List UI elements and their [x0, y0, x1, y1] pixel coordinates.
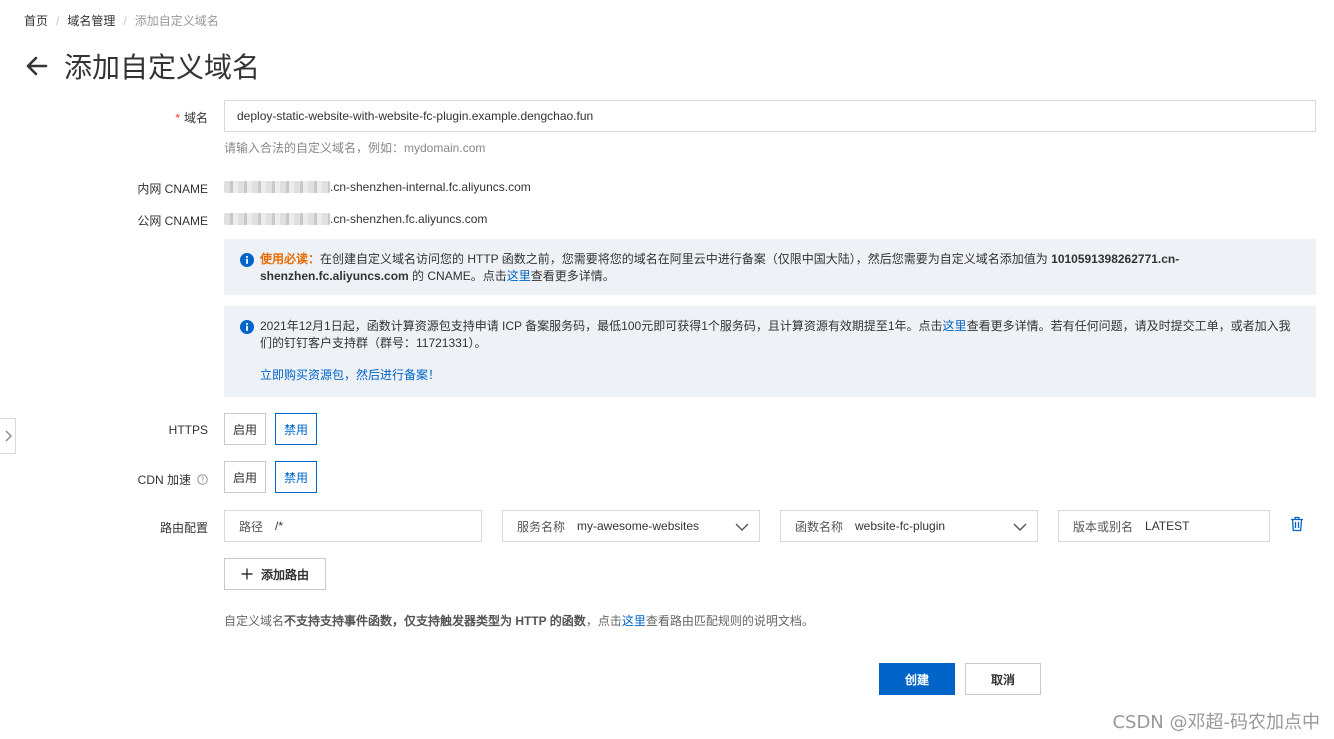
route-label: 路由配置 [0, 519, 208, 536]
cancel-button[interactable]: 取消 [965, 663, 1041, 695]
cdn-enable-button[interactable]: 启用 [224, 461, 266, 493]
breadcrumb-home[interactable]: 首页 [24, 12, 48, 29]
breadcrumb-separator: / [123, 14, 126, 28]
redacted-prefix [224, 213, 330, 225]
route-service-label: 服务名称 [517, 518, 565, 535]
internal-cname-text: .cn-shenzhen-internal.fc.aliyuncs.com [330, 180, 531, 194]
public-cname-text: .cn-shenzhen.fc.aliyuncs.com [330, 212, 487, 226]
public-cname-value: .cn-shenzhen.fc.aliyuncs.com [224, 212, 487, 226]
breadcrumb: 首页 / 域名管理 / 添加自定义域名 [24, 12, 219, 29]
route-path-value: /* [275, 519, 283, 533]
svg-text:?: ? [201, 475, 205, 484]
breadcrumb-separator: / [56, 14, 59, 28]
redacted-prefix [224, 181, 330, 193]
https-label: HTTPS [0, 423, 208, 437]
domain-label: * 域名 [0, 109, 208, 126]
plus-icon [241, 568, 253, 580]
domain-input-value: deploy-static-website-with-website-fc-pl… [237, 109, 593, 123]
cdn-label-text: CDN 加速 [138, 473, 191, 487]
internal-cname-value: .cn-shenzhen-internal.fc.aliyuncs.com [224, 180, 531, 194]
cdn-label: CDN 加速? [0, 471, 208, 488]
route-function-value: website-fc-plugin [855, 519, 945, 533]
page-title: 添加自定义域名 [64, 46, 260, 86]
domain-label-text: 域名 [184, 111, 208, 125]
notice-text: 查看更多详情。 [531, 269, 615, 283]
notice-text: 在创建自定义域名访问您的 HTTP 函数之前，您需要将您的域名在阿里云中进行备案… [320, 252, 1051, 266]
breadcrumb-domain-management[interactable]: 域名管理 [67, 12, 115, 29]
create-button[interactable]: 创建 [879, 663, 955, 695]
notice-text: 2021年12月1日起，函数计算资源包支持申请 ICP 备案服务码，最低100元… [260, 319, 943, 333]
route-path-input[interactable]: 路径 /* [224, 510, 482, 542]
required-mark: * [175, 111, 180, 125]
trash-icon[interactable] [1290, 516, 1304, 532]
footnote-text: 自定义域名 [224, 614, 284, 628]
chevron-down-icon [735, 520, 749, 534]
https-disable-button[interactable]: 禁用 [275, 413, 317, 445]
breadcrumb-current: 添加自定义域名 [135, 12, 219, 29]
footnote-link[interactable]: 这里 [622, 614, 646, 628]
route-footnote: 自定义域名不支持支持事件函数，仅支持触发器类型为 HTTP 的函数，点击这里查看… [224, 612, 814, 629]
title-row: 添加自定义域名 [24, 46, 260, 86]
public-cname-label: 公网 CNAME [0, 212, 208, 229]
footnote-bold: 不支持支持事件函数，仅支持触发器类型为 HTTP 的函数 [284, 614, 586, 628]
help-icon[interactable]: ? [197, 474, 208, 485]
info-icon [240, 320, 254, 334]
notice-warn-label: 使用必读： [260, 252, 320, 266]
arrow-left-icon[interactable] [24, 53, 50, 79]
add-route-label: 添加路由 [261, 566, 309, 583]
notice-text: 的 CNAME。点击 [409, 269, 507, 283]
route-function-label: 函数名称 [795, 518, 843, 535]
internal-cname-label: 内网 CNAME [0, 180, 208, 197]
route-version-label: 版本或别名 [1073, 518, 1133, 535]
https-enable-button[interactable]: 启用 [224, 413, 266, 445]
buy-resource-link[interactable]: 立即购买资源包，然后进行备案！ [260, 368, 440, 382]
info-icon [240, 253, 254, 267]
watermark: CSDN @邓超-码农加点中 [1112, 708, 1320, 734]
domain-input[interactable]: deploy-static-website-with-website-fc-pl… [224, 100, 1316, 132]
route-version-value: LATEST [1145, 519, 1189, 533]
footnote-text: 查看路由匹配规则的说明文档。 [646, 614, 814, 628]
chevron-down-icon [1013, 520, 1027, 534]
add-route-button[interactable]: 添加路由 [224, 558, 326, 590]
route-version-input[interactable]: 版本或别名 LATEST [1058, 510, 1270, 542]
domain-hint: 请输入合法的自定义域名，例如：mydomain.com [224, 139, 485, 156]
footnote-text: ，点击 [586, 614, 622, 628]
route-function-select[interactable]: 函数名称 website-fc-plugin [780, 510, 1038, 542]
notice-link[interactable]: 这里 [943, 319, 967, 333]
cdn-disable-button[interactable]: 禁用 [275, 461, 317, 493]
notice-icp: 2021年12月1日起，函数计算资源包支持申请 ICP 备案服务码，最低100元… [224, 306, 1316, 397]
notice-link[interactable]: 这里 [507, 269, 531, 283]
route-path-label: 路径 [239, 518, 263, 535]
route-service-value: my-awesome-websites [577, 519, 699, 533]
route-service-select[interactable]: 服务名称 my-awesome-websites [502, 510, 760, 542]
notice-usage: 使用必读：在创建自定义域名访问您的 HTTP 函数之前，您需要将您的域名在阿里云… [224, 239, 1316, 295]
